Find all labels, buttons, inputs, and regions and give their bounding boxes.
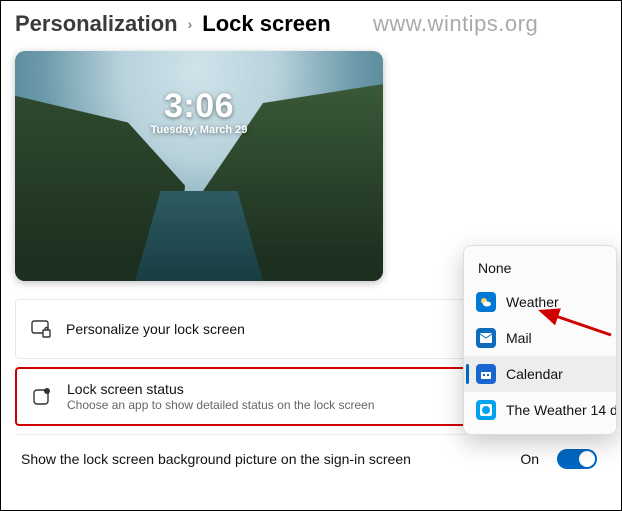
- preview-clock: 3:06: [15, 87, 383, 126]
- signin-label: Show the lock screen background picture …: [21, 451, 506, 467]
- status-app-flyout: None Weather Mail Calendar The Weather 1…: [463, 245, 617, 435]
- mail-icon: [476, 328, 496, 348]
- weather-icon: [476, 292, 496, 312]
- picture-lock-icon: [30, 320, 52, 338]
- preview-date: Tuesday, March 29: [15, 124, 383, 136]
- chevron-right-icon: ›: [188, 16, 193, 32]
- flyout-item-label: Mail: [506, 330, 532, 346]
- signin-toggle[interactable]: [557, 449, 597, 469]
- breadcrumb-parent[interactable]: Personalization: [15, 11, 178, 37]
- flyout-item-calendar[interactable]: Calendar: [464, 356, 616, 392]
- flyout-item-label: The Weather 14 day: [506, 402, 617, 418]
- breadcrumb: Personalization › Lock screen: [1, 1, 621, 37]
- status-app-icon: [31, 387, 53, 407]
- toggle-state-label: On: [520, 451, 539, 467]
- breadcrumb-current: Lock screen: [202, 11, 330, 37]
- calendar-icon: [476, 364, 496, 384]
- flyout-item-weather[interactable]: Weather: [464, 284, 616, 320]
- flyout-item-weather14[interactable]: The Weather 14 day: [464, 392, 616, 428]
- flyout-item-label: Calendar: [506, 366, 563, 382]
- row-signin-picture: Show the lock screen background picture …: [15, 434, 607, 483]
- flyout-item-mail[interactable]: Mail: [464, 320, 616, 356]
- lock-screen-preview: 3:06 Tuesday, March 29: [15, 51, 383, 281]
- flyout-item-none[interactable]: None: [464, 252, 616, 284]
- flyout-item-label: Weather: [506, 294, 559, 310]
- weather14-icon: [476, 400, 496, 420]
